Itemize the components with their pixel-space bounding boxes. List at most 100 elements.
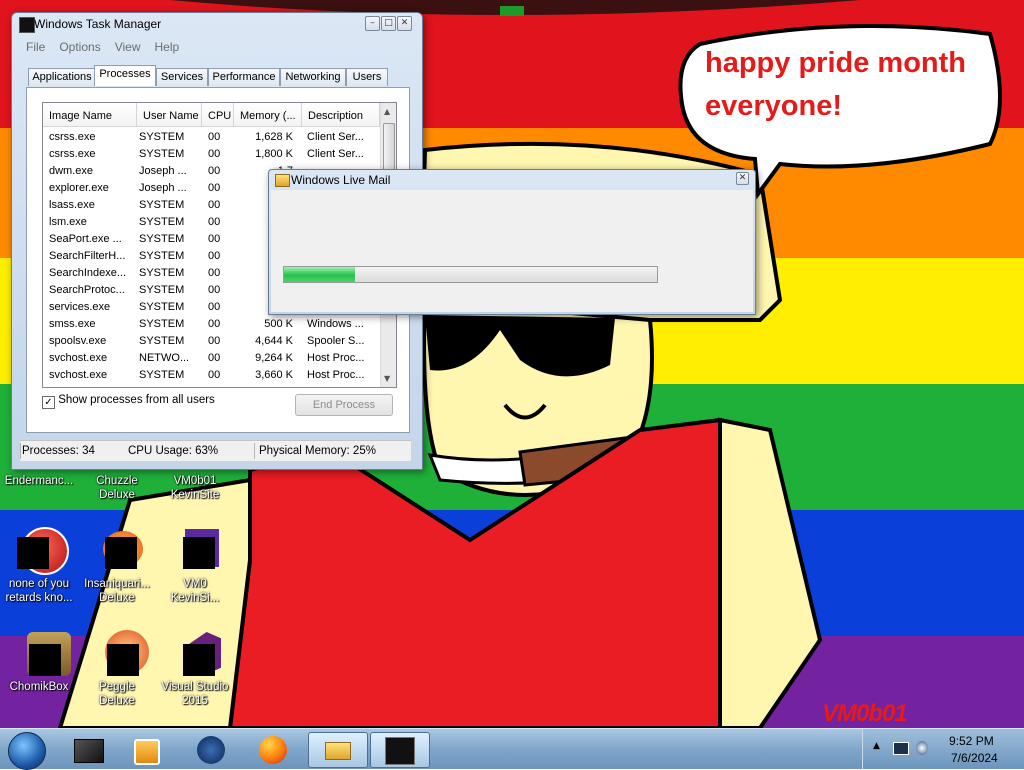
process-cpu: 00: [208, 318, 221, 330]
show-hidden-icons-button[interactable]: ▲: [873, 741, 880, 751]
start-orb-button[interactable]: [8, 732, 46, 770]
process-memory: 1,800 K: [255, 148, 293, 160]
process-memory: 1,628 K: [255, 131, 293, 143]
desktop-icon-kevinsite-1[interactable]: VM0b01 KevinSite: [158, 474, 232, 502]
process-description: Windows ...: [307, 318, 364, 330]
tab-applications[interactable]: Applications: [28, 68, 96, 86]
column-header-memory[interactable]: Memory (...: [234, 103, 302, 127]
process-cpu: 00: [208, 301, 221, 313]
desktop-icon-endermanch[interactable]: Endermanc...: [2, 474, 76, 488]
column-header-cpu[interactable]: CPU: [202, 103, 234, 127]
tab-networking[interactable]: Networking: [280, 68, 346, 86]
process-row[interactable]: svchost.exe SYSTEM 00 3,660 K Host Proc...: [43, 367, 380, 384]
speech-bubble-text: happy pride month everyone!: [705, 42, 985, 128]
volume-icon[interactable]: [916, 741, 928, 755]
process-user-name: SYSTEM: [139, 318, 185, 330]
menu-options[interactable]: Options: [59, 40, 100, 54]
process-memory: 4,644 K: [255, 335, 293, 347]
process-cpu: 00: [208, 216, 221, 228]
process-image-name: spoolsv.exe: [49, 335, 107, 347]
task-manager-tabs: Applications Processes Services Performa…: [26, 65, 406, 88]
process-user-name: SYSTEM: [139, 148, 185, 160]
desktop-icon-kevinsite-2[interactable]: VM0 KevinSi...: [158, 527, 232, 605]
desktop-icon-peggle[interactable]: Peggle Deluxe: [80, 630, 154, 708]
maximize-button[interactable]: □: [381, 16, 396, 31]
process-user-name: SYSTEM: [139, 131, 185, 143]
process-row[interactable]: csrss.exe SYSTEM 00 1,628 K Client Ser...: [43, 129, 380, 146]
column-header-description[interactable]: Description: [302, 103, 380, 127]
minimize-button[interactable]: –: [365, 16, 380, 31]
desktop: happy pride month everyone! VM0b01 Ender…: [0, 0, 1024, 728]
process-user-name: SYSTEM: [139, 250, 185, 262]
taskbar-task-manager-icon[interactable]: [62, 732, 116, 766]
process-memory: 9,264 K: [255, 352, 293, 364]
tab-users[interactable]: Users: [346, 68, 388, 86]
process-row[interactable]: smss.exe SYSTEM 00 500 K Windows ...: [43, 316, 380, 333]
progress-fill: [284, 267, 355, 282]
scrollbar-thumb[interactable]: [383, 123, 395, 173]
tab-services[interactable]: Services: [156, 68, 208, 86]
taskbar-windows-logo-icon[interactable]: [184, 732, 238, 766]
desktop-icon-label: Chuzzle Deluxe: [96, 475, 138, 501]
process-image-name: csrss.exe: [49, 148, 96, 160]
desktop-icon-chuzzle[interactable]: Chuzzle Deluxe: [80, 474, 154, 502]
taskbar-media-player-icon[interactable]: [120, 732, 174, 766]
desktop-icon-label: VM0 KevinSi...: [170, 578, 220, 604]
menu-view[interactable]: View: [115, 40, 141, 54]
insaniquarium-icon: [93, 527, 143, 575]
close-button[interactable]: ✕: [397, 16, 412, 31]
desktop-icon-label: Insaniquari... Deluxe: [84, 578, 150, 604]
process-description: Host Proc...: [307, 369, 365, 381]
status-cpu-usage: CPU Usage: 63%: [128, 445, 219, 457]
status-physical-memory: Physical Memory: 25%: [259, 445, 376, 457]
tab-processes[interactable]: Processes: [94, 65, 156, 86]
process-image-name: SeaPort.exe ...: [49, 233, 122, 245]
task-manager-titlebar[interactable]: Windows Task Manager – □ ✕: [12, 13, 422, 35]
live-mail-title: Windows Live Mail: [291, 173, 391, 187]
live-mail-titlebar[interactable]: Windows Live Mail ✕: [269, 170, 755, 190]
tab-performance[interactable]: Performance: [208, 68, 280, 86]
clock-date[interactable]: 7/6/2024: [951, 751, 998, 765]
process-description: Client Ser...: [307, 131, 364, 143]
process-image-name: svchost.exe: [49, 369, 108, 381]
speech-line-2: everyone!: [705, 90, 843, 122]
show-all-processes-checkbox[interactable]: ✓ Show processes from all users: [42, 394, 215, 409]
process-user-name: SYSTEM: [139, 335, 185, 347]
taskbar-live-mail-button[interactable]: [308, 732, 368, 768]
process-row[interactable]: csrss.exe SYSTEM 00 1,800 K Client Ser...: [43, 146, 380, 163]
column-header-image-name[interactable]: Image Name: [43, 103, 137, 127]
process-cpu: 00: [208, 267, 221, 279]
end-process-button[interactable]: End Process: [295, 394, 393, 416]
desktop-icon-chomikbox[interactable]: ChomikBox: [2, 630, 76, 694]
live-mail-close-button[interactable]: ✕: [736, 172, 749, 185]
clock-time[interactable]: 9:52 PM: [949, 734, 994, 748]
taskbar-terminal-button[interactable]: [370, 732, 430, 768]
desktop-icon-label: Peggle Deluxe: [99, 681, 135, 707]
process-image-name: SearchFilterH...: [49, 250, 126, 262]
column-header-user-name[interactable]: User Name: [137, 103, 202, 127]
desktop-icon-visual-studio[interactable]: Visual Studio 2015: [158, 630, 232, 708]
desktop-icon-label: Visual Studio 2015: [161, 681, 229, 707]
menu-file[interactable]: File: [26, 40, 45, 54]
scroll-up-arrow-icon[interactable]: ▲: [384, 107, 390, 116]
scroll-down-arrow-icon[interactable]: ▼: [384, 374, 390, 383]
taskbar-firefox-icon[interactable]: [246, 732, 300, 766]
process-image-name: svchost.exe: [49, 352, 108, 364]
process-image-name: services.exe: [49, 301, 111, 313]
process-description: Spooler S...: [307, 335, 365, 347]
process-row[interactable]: spoolsv.exe SYSTEM 00 4,644 K Spooler S...: [43, 333, 380, 350]
network-icon[interactable]: [893, 742, 909, 755]
process-row[interactable]: svchost.exe NETWO... 00 9,264 K Host Proc...: [43, 350, 380, 367]
process-user-name: SYSTEM: [139, 301, 185, 313]
process-user-name: SYSTEM: [139, 284, 185, 296]
process-user-name: NETWO...: [139, 352, 190, 364]
desktop-icon-insaniquarium[interactable]: Insaniquari... Deluxe: [80, 527, 154, 605]
checkbox-checked-icon[interactable]: ✓: [42, 396, 55, 409]
taskbar: ▲ 9:52 PM 7/6/2024: [0, 728, 1024, 770]
process-user-name: SYSTEM: [139, 216, 185, 228]
process-cpu: 00: [208, 335, 221, 347]
live-mail-body: [271, 190, 753, 312]
desktop-icon-none-of-you[interactable]: none of you retards kno...: [2, 527, 76, 605]
process-image-name: dwm.exe: [49, 165, 94, 177]
menu-help[interactable]: Help: [155, 40, 180, 54]
